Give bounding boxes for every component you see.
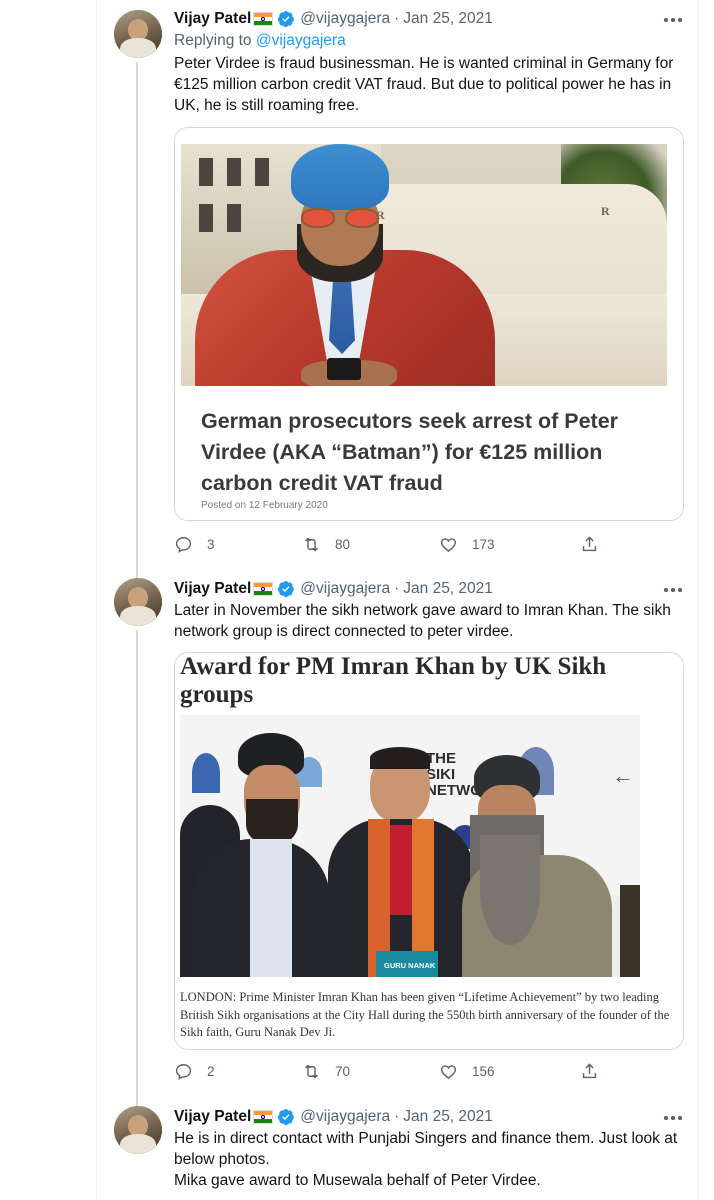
share-button[interactable] [580,535,613,554]
tweet-text-line: below photos. [174,1151,270,1168]
replying-to-line: Replying to @vijaygajera [174,32,346,50]
separator-dot: · [394,10,400,27]
tweet-3[interactable]: Vijay Patel @vijaygajera · Jan 25, 2021 … [97,1098,698,1200]
author-name[interactable]: Vijay Patel [174,10,251,28]
tweet-1[interactable]: Vijay Patel @vijaygajera · Jan 25, 2021 … [97,0,698,570]
author-handle[interactable]: @vijaygajera [300,1108,390,1126]
verified-badge-icon [278,1108,295,1126]
heart-icon [440,1065,457,1079]
avatar[interactable] [114,578,162,626]
retweet-button[interactable]: 80 [302,535,350,554]
award-photo: THE SIKI NETWO ← GURU NANAK [180,715,640,977]
reply-count: 2 [207,1064,215,1079]
news-image-card[interactable]: Award for PM Imran Khan by UK Sikh group… [174,652,684,1050]
author-name[interactable]: Vijay Patel [174,580,251,598]
retweet-icon [305,537,318,552]
share-icon [582,1063,597,1079]
like-count: 156 [472,1064,495,1079]
reply-button[interactable]: 3 [174,535,215,554]
tweet-text-line: Mika gave award to Musewala behalf of Pe… [174,1172,541,1189]
article-image-card[interactable]: R R German prosecutors seek arrest of Pe… [174,127,684,521]
share-icon [582,536,597,552]
retweet-count: 70 [335,1064,351,1079]
tweet-text: Later in November the sikh network gave … [174,600,686,642]
avatar[interactable] [114,10,162,58]
rolls-royce-logo: R [601,204,610,218]
tweet-date[interactable]: Jan 25, 2021 [403,1108,493,1126]
back-arrow-icon: ← [612,763,634,788]
tweet-text-line: He is in direct contact with Punjabi Sin… [174,1130,678,1147]
article-photo: R R [181,144,667,386]
article-posted-date: Posted on 12 February 2020 [201,500,328,511]
like-button[interactable]: 173 [439,535,495,554]
reply-icon [175,1064,192,1080]
tweet-text: Peter Virdee is fraud businessman. He is… [174,53,686,116]
replying-to-label: Replying to [174,32,252,49]
retweet-button[interactable]: 70 [302,1062,350,1081]
share-button[interactable] [580,1062,613,1081]
replying-to-link[interactable]: @vijaygajera [256,32,346,49]
tweet-date[interactable]: Jan 25, 2021 [403,580,493,598]
tweet-actions: 3 80 173 [174,535,694,557]
avatar[interactable] [114,1106,162,1154]
timeline-right-border [698,0,699,1200]
tweet-text-line: network group is direct connected to pet… [174,623,514,640]
tweet-text: He is in direct contact with Punjabi Sin… [174,1128,686,1191]
like-count: 173 [472,537,495,552]
article-title: German prosecutors seek arrest of Peter … [201,409,619,495]
tweet-2[interactable]: Vijay Patel @vijaygajera · Jan 25, 2021 … [97,570,698,1100]
reply-count: 3 [207,537,215,552]
like-button[interactable]: 156 [439,1062,495,1081]
news-caption: LONDON: Prime Minister Imran Khan has be… [180,990,670,1039]
separator-dot: · [394,580,400,597]
tweet-text-line: UK, he is still roaming free. [174,97,360,114]
tweet-actions: 2 70 156 [174,1062,694,1084]
tweet-text-line: €125 million carbon credit VAT fraud. Bu… [174,76,672,93]
tweet-header: Vijay Patel @vijaygajera · Jan 25, 2021 [174,1106,493,1128]
author-handle[interactable]: @vijaygajera [300,10,390,28]
verified-badge-icon [278,580,295,598]
india-flag-icon [253,582,274,596]
news-headline: Award for PM Imran Khan by UK Sikh group… [180,653,607,708]
heart-icon [440,538,457,552]
tweet-text-line: Later in November the sikh network gave … [174,602,671,619]
author-handle[interactable]: @vijaygajera [300,580,390,598]
separator-dot: · [394,1108,400,1125]
thread-connector-line [136,62,138,570]
retweet-count: 80 [335,537,351,552]
author-name[interactable]: Vijay Patel [174,1108,251,1126]
retweet-icon [305,1064,318,1079]
india-flag-icon [253,1110,274,1124]
thread-connector-line [136,570,138,578]
more-options-icon[interactable] [663,1108,683,1128]
tweet-date[interactable]: Jan 25, 2021 [403,10,493,28]
reply-button[interactable]: 2 [174,1062,215,1081]
more-options-icon[interactable] [663,580,683,600]
verified-badge-icon [278,10,295,28]
guru-nanak-plaque-text: GURU NANAK [384,961,436,970]
tweet-header: Vijay Patel @vijaygajera · Jan 25, 2021 [174,578,493,600]
thread-connector-line [136,1098,138,1106]
tweet-text-line: Peter Virdee is fraud businessman. He is… [174,55,674,72]
tweet-header: Vijay Patel @vijaygajera · Jan 25, 2021 [174,8,493,30]
reply-icon [175,537,192,553]
more-options-icon[interactable] [663,10,683,30]
thread-connector-line [136,630,138,1100]
india-flag-icon [253,12,274,26]
